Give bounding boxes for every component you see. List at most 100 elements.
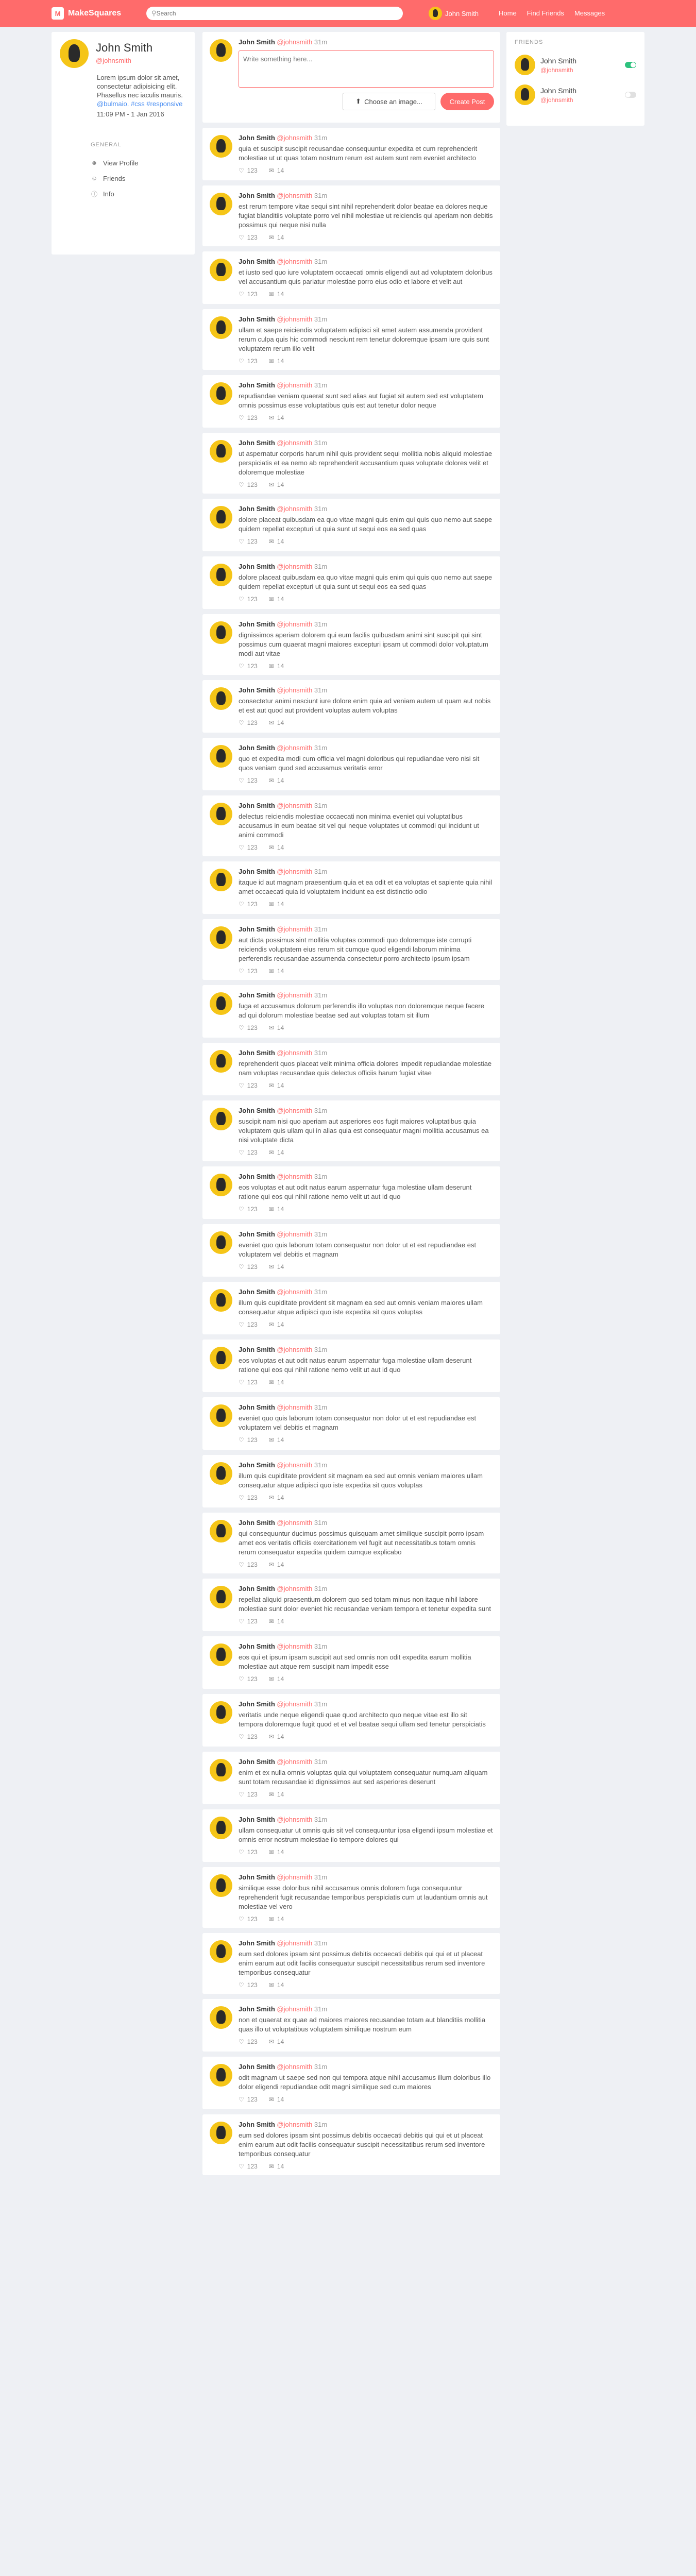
post-handle[interactable]: @johnsmith — [277, 686, 312, 694]
post-handle[interactable]: @johnsmith — [277, 1758, 312, 1766]
comment-button[interactable]: ✉ 14 — [269, 291, 284, 298]
like-button[interactable]: ♡ 123 — [239, 234, 258, 241]
like-button[interactable]: ♡ 123 — [239, 2038, 258, 2045]
comment-button[interactable]: ✉ 14 — [269, 1916, 284, 1923]
online-toggle[interactable] — [625, 92, 636, 98]
comment-button[interactable]: ✉ 14 — [269, 1206, 284, 1213]
like-button[interactable]: ♡ 123 — [239, 719, 258, 726]
like-button[interactable]: ♡ 123 — [239, 1149, 258, 1156]
like-button[interactable]: ♡ 123 — [239, 1082, 258, 1089]
choose-image-button[interactable]: ⬆ Choose an image... — [343, 93, 435, 110]
comment-button[interactable]: ✉ 14 — [269, 901, 284, 908]
post-handle[interactable]: @johnsmith — [277, 2063, 312, 2071]
brand[interactable]: M MakeSquares — [52, 7, 121, 20]
post-handle[interactable]: @johnsmith — [277, 925, 312, 933]
like-button[interactable]: ♡ 123 — [239, 167, 258, 174]
nav-link-messages[interactable]: Messages — [574, 9, 605, 17]
nav-link-home[interactable]: Home — [499, 9, 517, 17]
comment-button[interactable]: ✉ 14 — [269, 1733, 284, 1740]
post-handle[interactable]: @johnsmith — [277, 2005, 312, 2013]
like-button[interactable]: ♡ 123 — [239, 1561, 258, 1568]
comment-button[interactable]: ✉ 14 — [269, 167, 284, 174]
comment-button[interactable]: ✉ 14 — [269, 844, 284, 851]
post-handle[interactable]: @johnsmith — [277, 1939, 312, 1947]
comment-button[interactable]: ✉ 14 — [269, 1791, 284, 1798]
comment-button[interactable]: ✉ 14 — [269, 1436, 284, 1444]
post-handle[interactable]: @johnsmith — [277, 991, 312, 999]
like-button[interactable]: ♡ 123 — [239, 1436, 258, 1444]
like-button[interactable]: ♡ 123 — [239, 968, 258, 975]
comment-button[interactable]: ✉ 14 — [269, 358, 284, 365]
like-button[interactable]: ♡ 123 — [239, 291, 258, 298]
like-button[interactable]: ♡ 123 — [239, 1494, 258, 1501]
comment-button[interactable]: ✉ 14 — [269, 1618, 284, 1625]
comment-button[interactable]: ✉ 14 — [269, 234, 284, 241]
like-button[interactable]: ♡ 123 — [239, 1321, 258, 1328]
comment-button[interactable]: ✉ 14 — [269, 1149, 284, 1156]
create-post-button[interactable]: Create Post — [440, 93, 494, 110]
friend-handle[interactable]: @johnsmith — [540, 66, 576, 74]
comment-button[interactable]: ✉ 14 — [269, 2163, 284, 2170]
nav-link-find-friends[interactable]: Find Friends — [527, 9, 564, 17]
like-button[interactable]: ♡ 123 — [239, 538, 258, 545]
post-handle[interactable]: @johnsmith — [277, 1346, 312, 1353]
post-handle[interactable]: @johnsmith — [277, 563, 312, 570]
like-button[interactable]: ♡ 123 — [239, 358, 258, 365]
like-button[interactable]: ♡ 123 — [239, 663, 258, 670]
post-handle[interactable]: @johnsmith — [277, 1107, 312, 1114]
like-button[interactable]: ♡ 123 — [239, 414, 258, 421]
like-button[interactable]: ♡ 123 — [239, 777, 258, 784]
friend-handle[interactable]: @johnsmith — [540, 96, 576, 104]
comment-button[interactable]: ✉ 14 — [269, 1321, 284, 1328]
post-handle[interactable]: @johnsmith — [277, 1519, 312, 1527]
post-handle[interactable]: @johnsmith — [277, 315, 312, 323]
post-handle[interactable]: @johnsmith — [277, 134, 312, 142]
post-handle[interactable]: @johnsmith — [277, 2121, 312, 2128]
post-handle[interactable]: @johnsmith — [277, 1230, 312, 1238]
post-textarea[interactable] — [239, 50, 494, 88]
like-button[interactable]: ♡ 123 — [239, 1733, 258, 1740]
comment-button[interactable]: ✉ 14 — [269, 1981, 284, 1989]
comment-button[interactable]: ✉ 14 — [269, 414, 284, 421]
comment-button[interactable]: ✉ 14 — [269, 2038, 284, 2045]
like-button[interactable]: ♡ 123 — [239, 901, 258, 908]
like-button[interactable]: ♡ 123 — [239, 1206, 258, 1213]
post-handle[interactable]: @johnsmith — [277, 505, 312, 513]
like-button[interactable]: ♡ 123 — [239, 1024, 258, 1031]
comment-button[interactable]: ✉ 14 — [269, 538, 284, 545]
comment-button[interactable]: ✉ 14 — [269, 719, 284, 726]
post-handle[interactable]: @johnsmith — [277, 1461, 312, 1469]
post-handle[interactable]: @johnsmith — [277, 620, 312, 628]
post-handle[interactable]: @johnsmith — [277, 1700, 312, 1708]
comment-button[interactable]: ✉ 14 — [269, 596, 284, 603]
post-handle[interactable]: @johnsmith — [277, 439, 312, 447]
like-button[interactable]: ♡ 123 — [239, 1675, 258, 1683]
comment-button[interactable]: ✉ 14 — [269, 1263, 284, 1270]
post-handle[interactable]: @johnsmith — [277, 192, 312, 199]
post-handle[interactable]: @johnsmith — [277, 1403, 312, 1411]
post-handle[interactable]: @johnsmith — [277, 1816, 312, 1823]
friend-item[interactable]: John Smith @johnsmith — [515, 84, 636, 105]
post-handle[interactable]: @johnsmith — [277, 381, 312, 389]
comment-button[interactable]: ✉ 14 — [269, 1494, 284, 1501]
comment-button[interactable]: ✉ 14 — [269, 1561, 284, 1568]
post-handle[interactable]: @johnsmith — [277, 1049, 312, 1057]
menu-info[interactable]: ⓘ Info — [91, 186, 186, 201]
like-button[interactable]: ♡ 123 — [239, 1981, 258, 1989]
comment-button[interactable]: ✉ 14 — [269, 1024, 284, 1031]
post-handle[interactable]: @johnsmith — [277, 258, 312, 265]
comment-button[interactable]: ✉ 14 — [269, 663, 284, 670]
comment-button[interactable]: ✉ 14 — [269, 1379, 284, 1386]
profile-handle[interactable]: @johnsmith — [96, 57, 152, 64]
like-button[interactable]: ♡ 123 — [239, 844, 258, 851]
comment-button[interactable]: ✉ 14 — [269, 481, 284, 488]
post-handle[interactable]: @johnsmith — [277, 1642, 312, 1650]
post-handle[interactable]: @johnsmith — [277, 1288, 312, 1296]
composer-handle[interactable]: @johnsmith — [277, 38, 312, 46]
search-input[interactable] — [156, 10, 398, 17]
comment-button[interactable]: ✉ 14 — [269, 1082, 284, 1089]
like-button[interactable]: ♡ 123 — [239, 1618, 258, 1625]
post-handle[interactable]: @johnsmith — [277, 744, 312, 752]
post-handle[interactable]: @johnsmith — [277, 1873, 312, 1881]
like-button[interactable]: ♡ 123 — [239, 481, 258, 488]
